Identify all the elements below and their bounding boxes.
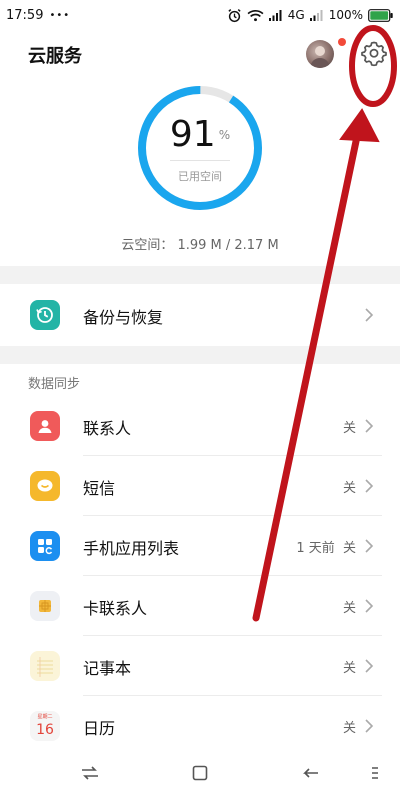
wifi-icon bbox=[247, 9, 264, 21]
recent-apps-icon[interactable] bbox=[80, 764, 100, 782]
chevron-right-icon bbox=[365, 308, 374, 322]
sync-row-messages[interactable]: 短信 关 bbox=[0, 456, 400, 516]
sync-item-label: 日历 bbox=[83, 719, 116, 738]
sync-item-status: 关 bbox=[342, 421, 356, 436]
data-sync-header: 数据同步 bbox=[28, 377, 81, 392]
battery-percent: 100% bbox=[328, 8, 363, 22]
settings-gear-icon[interactable] bbox=[360, 39, 388, 67]
cloud-space-text: 云空间： 1.99 M / 2.17 M bbox=[121, 238, 279, 253]
backup-restore-label: 备份与恢复 bbox=[83, 308, 164, 327]
calendar-day: 16 bbox=[36, 722, 54, 738]
page-title: 云服务 bbox=[28, 46, 82, 67]
avatar[interactable] bbox=[306, 40, 334, 68]
calendar-weekday: 星期二 bbox=[37, 714, 53, 720]
sync-item-status: 关 bbox=[342, 481, 356, 496]
sync-item-status: 关 bbox=[342, 661, 356, 676]
sync-item-label: 卡联系人 bbox=[83, 599, 148, 618]
used-space-label: 已用空间 bbox=[178, 170, 222, 183]
signal-icon bbox=[268, 10, 282, 21]
sync-item-status: 关 bbox=[342, 721, 356, 736]
storage-usage-ring[interactable]: 91% 已用空间 bbox=[136, 84, 264, 212]
sync-item-label: 联系人 bbox=[83, 419, 132, 438]
chevron-right-icon bbox=[365, 659, 374, 673]
avatar-image bbox=[310, 46, 330, 68]
notepad-icon bbox=[30, 651, 60, 681]
sync-row-app-list[interactable]: 手机应用列表 1 天前 关 bbox=[0, 516, 400, 576]
chevron-right-icon bbox=[365, 419, 374, 433]
ring-divider bbox=[170, 160, 230, 161]
sync-item-label: 短信 bbox=[83, 479, 116, 498]
clock-restore-icon bbox=[30, 300, 60, 330]
sync-row-calendar[interactable]: 星期二 16 日历 关 bbox=[0, 696, 400, 756]
usage-percent: 91% bbox=[169, 114, 231, 155]
status-time: 17:59 bbox=[6, 7, 44, 23]
sync-row-sim-contacts[interactable]: 卡联系人 关 bbox=[0, 576, 400, 636]
app-list-icon bbox=[30, 531, 60, 561]
chevron-right-icon bbox=[365, 599, 374, 613]
message-icon bbox=[30, 471, 60, 501]
sync-item-status: 1 天前 关 bbox=[296, 541, 356, 556]
network-type: 4G bbox=[287, 8, 305, 22]
annotation-arrow-head bbox=[339, 108, 380, 143]
notification-dot bbox=[338, 38, 346, 46]
percent-symbol: % bbox=[218, 128, 231, 142]
section-gap bbox=[0, 346, 400, 364]
section-gap bbox=[0, 266, 400, 284]
status-dots: ••• bbox=[49, 9, 71, 21]
sync-item-label: 手机应用列表 bbox=[83, 539, 180, 558]
chevron-right-icon bbox=[365, 719, 374, 733]
menu-icon[interactable] bbox=[370, 764, 380, 782]
status-bar: 17:59 ••• 4G 100% bbox=[0, 0, 400, 30]
header: 云服务 bbox=[0, 34, 400, 78]
sync-item-label: 记事本 bbox=[83, 659, 132, 678]
home-icon[interactable] bbox=[191, 764, 209, 782]
alarm-icon bbox=[228, 8, 241, 22]
back-icon[interactable] bbox=[302, 764, 320, 782]
navigation-bar bbox=[0, 748, 400, 800]
signal-icon-2 bbox=[309, 10, 323, 21]
backup-restore-row[interactable]: 备份与恢复 bbox=[0, 285, 400, 345]
sim-card-icon bbox=[30, 591, 60, 621]
sync-row-notepad[interactable]: 记事本 关 bbox=[0, 636, 400, 696]
sync-item-status: 关 bbox=[342, 601, 356, 616]
chevron-right-icon bbox=[365, 539, 374, 553]
battery-icon bbox=[368, 8, 394, 22]
calendar-icon: 星期二 16 bbox=[30, 711, 60, 741]
chevron-right-icon bbox=[365, 479, 374, 493]
sync-row-contacts[interactable]: 联系人 关 bbox=[0, 396, 400, 456]
contact-icon bbox=[30, 411, 60, 441]
